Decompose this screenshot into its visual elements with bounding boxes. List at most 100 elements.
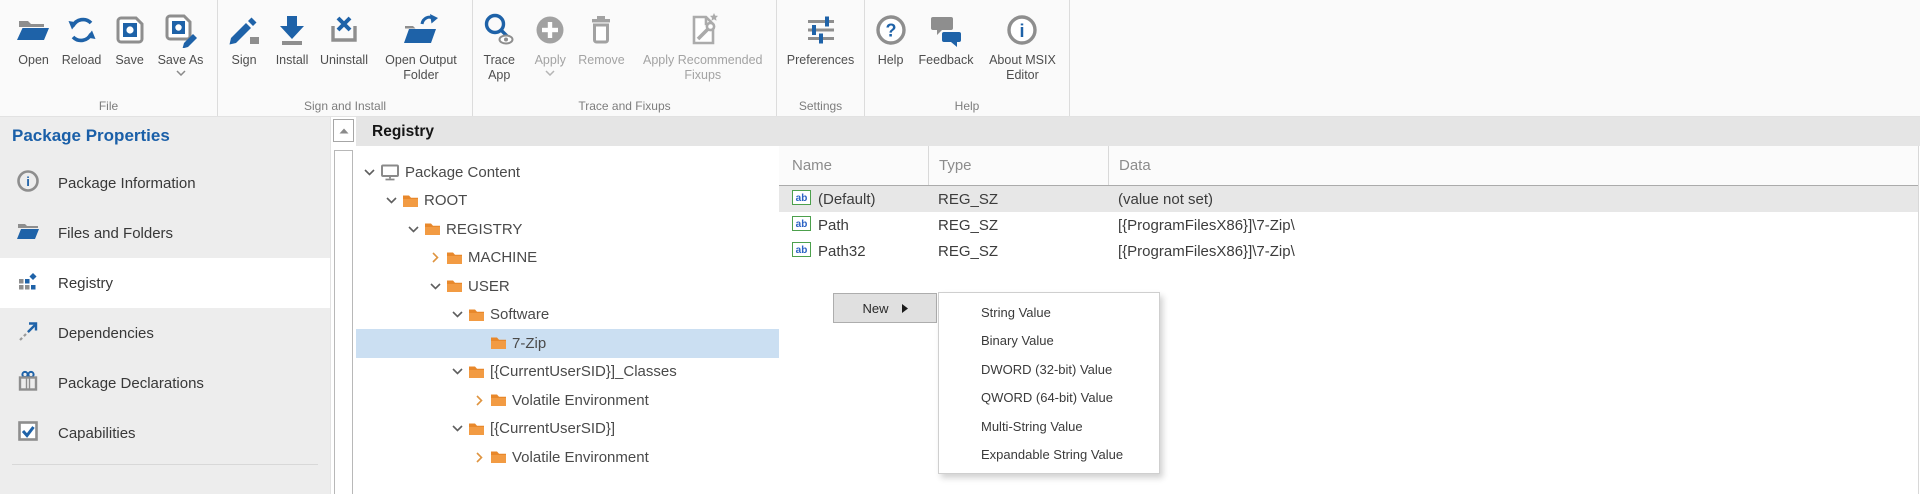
open-button[interactable]: Open: [11, 7, 57, 68]
scrollbar-thumb[interactable]: [334, 150, 353, 494]
tree-item-volatile-environment[interactable]: Volatile Environment: [356, 386, 779, 415]
sidebar-item-label: Files and Folders: [58, 225, 173, 242]
ribbon-group-label: Trace and Fixups: [473, 99, 776, 113]
tree-item-currentusersid-classes[interactable]: [{CurrentUserSID}]_Classes: [356, 358, 779, 387]
table-row-path[interactable]: ab Path REG_SZ [{ProgramFilesX86}]\7-Zip…: [779, 212, 1918, 238]
menu-item-qword-value[interactable]: QWORD (64-bit) Value: [939, 384, 1159, 413]
open-output-folder-button[interactable]: Open Output Folder: [373, 7, 469, 83]
scrollbar-up-arrow[interactable]: [333, 119, 354, 142]
chevron-down-icon[interactable]: [406, 226, 421, 233]
sign-button[interactable]: Sign: [221, 7, 267, 68]
sidebar-item-dependencies[interactable]: Dependencies: [0, 308, 330, 358]
sidebar-scrollbar[interactable]: [330, 117, 356, 494]
svg-text:ab: ab: [796, 245, 808, 256]
reload-icon: [65, 7, 99, 53]
column-header-type[interactable]: Type: [928, 146, 1108, 185]
button-label: Reload: [62, 53, 102, 68]
save-button[interactable]: Save: [107, 7, 153, 68]
chevron-right-icon[interactable]: [428, 252, 443, 263]
chevron-right-icon[interactable]: [472, 452, 487, 463]
feedback-button[interactable]: Feedback: [916, 7, 977, 68]
tree-item-root[interactable]: ROOT: [356, 187, 779, 216]
chevron-down-icon[interactable]: [384, 197, 399, 204]
tree-item-machine[interactable]: MACHINE: [356, 244, 779, 273]
checkbox-check-icon: [16, 419, 40, 448]
chevron-down-icon[interactable]: [450, 425, 465, 432]
menu-item-dword-value[interactable]: DWORD (32-bit) Value: [939, 355, 1159, 384]
menu-item-expandable-string-value[interactable]: Expandable String Value: [939, 441, 1159, 470]
context-menu-new-item[interactable]: New: [833, 293, 937, 323]
uninstall-button[interactable]: Uninstall: [317, 7, 371, 68]
menu-item-binary-value[interactable]: Binary Value: [939, 327, 1159, 356]
tree-item-label: REGISTRY: [446, 221, 522, 238]
chevron-down-icon[interactable]: [450, 311, 465, 318]
plus-circle-icon: [533, 7, 567, 53]
folder-icon: [424, 222, 441, 236]
apply-button[interactable]: Apply: [527, 7, 573, 77]
svg-text:?: ?: [885, 21, 896, 41]
save-as-button[interactable]: Save As: [155, 7, 207, 77]
tree-item-package-content[interactable]: Package Content: [356, 158, 779, 187]
tree-item-7zip[interactable]: 7-Zip: [356, 329, 779, 358]
value-data: [{ProgramFilesX86}]\7-Zip\: [1108, 217, 1918, 234]
button-label: Help: [878, 53, 904, 68]
ribbon-group-trace-and-fixups: Trace App Apply Remove: [473, 0, 777, 116]
value-data: [{ProgramFilesX86}]\7-Zip\: [1108, 243, 1918, 260]
remove-button[interactable]: Remove: [575, 7, 628, 68]
svg-text:i: i: [26, 174, 30, 189]
column-header-data[interactable]: Data: [1108, 146, 1918, 185]
button-label: About MSIX Editor: [981, 53, 1063, 83]
table-row-default[interactable]: ab (Default) REG_SZ (value not set): [779, 186, 1918, 212]
sidebar-item-package-declarations[interactable]: Package Declarations: [0, 358, 330, 408]
tree-item-label: [{CurrentUserSID}]: [490, 420, 615, 437]
chevron-down-icon[interactable]: [428, 283, 443, 290]
table-row-path32[interactable]: ab Path32 REG_SZ [{ProgramFilesX86}]\7-Z…: [779, 238, 1918, 264]
string-value-icon: ab: [792, 190, 811, 209]
value-type: REG_SZ: [928, 243, 1108, 260]
button-label: Feedback: [919, 53, 974, 68]
sidebar-item-package-information[interactable]: i Package Information: [0, 158, 330, 208]
context-menu-new-label: New: [862, 301, 888, 316]
trash-icon: [584, 7, 618, 53]
trace-app-button[interactable]: Trace App: [473, 7, 525, 83]
sidebar-package-properties: Package Properties i Package Information…: [0, 117, 330, 494]
menu-item-string-value[interactable]: String Value: [939, 298, 1159, 327]
chevron-down-icon[interactable]: [450, 368, 465, 375]
tree-item-volatile-environment[interactable]: Volatile Environment: [356, 443, 779, 472]
button-label: Apply Recommended Fixups: [633, 53, 773, 83]
sidebar-item-registry[interactable]: Registry: [0, 258, 330, 308]
ribbon-group-sign-and-install: Sign Install Uninstall Open Output Folde…: [218, 0, 473, 116]
dropdown-chevron-icon[interactable]: [545, 70, 555, 77]
string-value-icon: ab: [792, 242, 811, 261]
tree-item-software[interactable]: Software: [356, 301, 779, 330]
apply-recommended-fixups-button[interactable]: Apply Recommended Fixups: [630, 7, 776, 83]
chevron-right-icon[interactable]: [472, 395, 487, 406]
preferences-button[interactable]: Preferences: [784, 7, 857, 68]
magnifier-eye-icon: [481, 7, 517, 53]
tree-item-label: Volatile Environment: [512, 392, 649, 409]
monitor-icon: [380, 163, 400, 181]
dropdown-chevron-icon[interactable]: [176, 70, 186, 77]
ribbon-group-label: Help: [865, 99, 1069, 113]
open-output-folder-icon: [402, 7, 440, 53]
tree-item-registry[interactable]: REGISTRY: [356, 215, 779, 244]
string-value-icon: ab: [792, 216, 811, 235]
button-label: Open Output Folder: [376, 53, 466, 83]
tree-item-currentusersid[interactable]: [{CurrentUserSID}]: [356, 415, 779, 444]
menu-item-multi-string-value[interactable]: Multi-String Value: [939, 412, 1159, 441]
sidebar-item-files-and-folders[interactable]: Files and Folders: [0, 208, 330, 258]
ribbon-group-help: ? Help Feedback i About MSIX Editor Help: [865, 0, 1070, 116]
tree-item-user[interactable]: USER: [356, 272, 779, 301]
install-button[interactable]: Install: [269, 7, 315, 68]
about-msix-editor-button[interactable]: i About MSIX Editor: [978, 7, 1066, 83]
column-header-name[interactable]: Name: [779, 146, 928, 185]
button-label: Save As: [158, 53, 204, 68]
registry-tree: Package Content ROOT REGISTRY MACHINE US…: [356, 146, 779, 494]
folder-icon: [490, 450, 507, 464]
reload-button[interactable]: Reload: [59, 7, 105, 68]
open-folder-icon: [16, 219, 40, 248]
help-button[interactable]: ? Help: [868, 7, 914, 68]
sidebar-item-capabilities[interactable]: Capabilities: [0, 408, 330, 458]
sidebar-item-label: Registry: [58, 275, 113, 292]
chevron-down-icon[interactable]: [362, 169, 377, 176]
